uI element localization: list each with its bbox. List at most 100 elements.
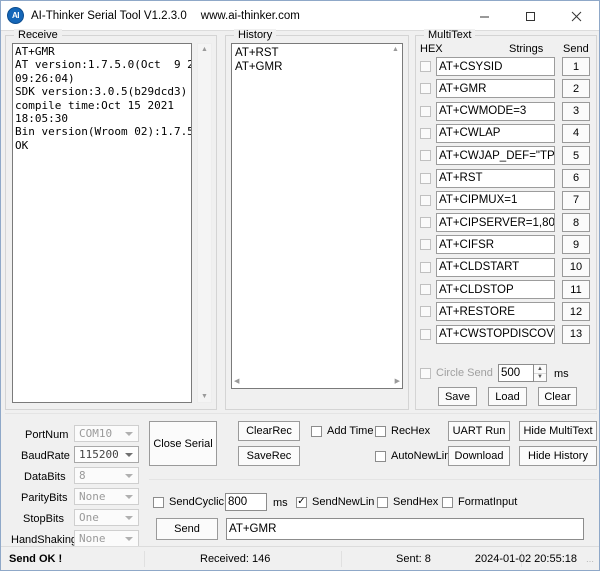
- multitext-command-input[interactable]: AT+CLDSTOP: [436, 280, 555, 299]
- multitext-hex-checkbox[interactable]: [420, 61, 436, 72]
- clear-rec-button[interactable]: ClearRec: [238, 421, 300, 441]
- scroll-up-icon[interactable]: ▲: [199, 44, 210, 55]
- multitext-send-button[interactable]: 1: [562, 57, 590, 76]
- add-time-checkbox[interactable]: Add Time: [311, 425, 373, 437]
- multitext-send-button[interactable]: 4: [562, 124, 590, 143]
- multitext-command-input[interactable]: AT+GMR: [436, 79, 555, 98]
- multitext-hex-checkbox[interactable]: [420, 106, 436, 117]
- send-newline-box[interactable]: ✓: [296, 497, 307, 508]
- send-cyclic-checkbox[interactable]: SendCyclic: [153, 496, 224, 508]
- multitext-hex-checkbox[interactable]: [420, 217, 436, 228]
- history-horizontal-scrollbar[interactable]: ◀ ▶: [232, 375, 402, 388]
- uart-run-button[interactable]: UART Run: [448, 421, 510, 441]
- multitext-hex-box[interactable]: [420, 262, 431, 273]
- multitext-command-input[interactable]: AT+CWMODE=3: [436, 102, 555, 121]
- circle-send-spinner[interactable]: ▲ ▼: [534, 364, 547, 382]
- resize-grip-icon[interactable]: ⋯: [586, 557, 596, 567]
- multitext-hex-checkbox[interactable]: [420, 306, 436, 317]
- rec-hex-box[interactable]: [375, 426, 386, 437]
- multitext-hex-checkbox[interactable]: [420, 150, 436, 161]
- portnum-combo[interactable]: COM10: [74, 425, 139, 442]
- paritybits-combo[interactable]: None: [74, 488, 139, 505]
- spinner-up-icon[interactable]: ▲: [534, 365, 546, 374]
- multitext-send-button[interactable]: 2: [562, 79, 590, 98]
- multitext-hex-checkbox[interactable]: [420, 173, 436, 184]
- format-input-box[interactable]: [442, 497, 453, 508]
- multitext-hex-box[interactable]: [420, 106, 431, 117]
- auto-newline-checkbox[interactable]: AutoNewLine: [375, 450, 456, 462]
- multitext-send-button[interactable]: 3: [562, 102, 590, 121]
- multitext-hex-checkbox[interactable]: [420, 128, 436, 139]
- chevron-down-icon[interactable]: [125, 432, 133, 436]
- minimize-button[interactable]: [461, 1, 507, 31]
- format-input-checkbox[interactable]: FormatInput: [442, 496, 517, 508]
- auto-newline-box[interactable]: [375, 451, 386, 462]
- multitext-hex-checkbox[interactable]: [420, 284, 436, 295]
- multitext-hex-box[interactable]: [420, 239, 431, 250]
- multitext-command-input[interactable]: AT+CWSTOPDISCOVER: [436, 325, 555, 344]
- circle-send-box[interactable]: [420, 368, 431, 379]
- multitext-send-button[interactable]: 5: [562, 146, 590, 165]
- multitext-send-button[interactable]: 11: [562, 280, 590, 299]
- multitext-send-button[interactable]: 10: [562, 258, 590, 277]
- multitext-send-button[interactable]: 7: [562, 191, 590, 210]
- close-button[interactable]: [553, 1, 599, 31]
- history-scroll-right-icon[interactable]: ▶: [393, 376, 402, 387]
- save-rec-button[interactable]: SaveRec: [238, 446, 300, 466]
- send-cyclic-box[interactable]: [153, 497, 164, 508]
- history-scroll-up-icon[interactable]: ▲: [390, 44, 401, 55]
- maximize-button[interactable]: [507, 1, 553, 31]
- multitext-command-input[interactable]: AT+CLDSTART: [436, 258, 555, 277]
- chevron-down-icon[interactable]: [125, 516, 133, 520]
- spinner-down-icon[interactable]: ▼: [534, 374, 546, 382]
- multitext-hex-box[interactable]: [420, 329, 431, 340]
- history-list[interactable]: AT+RST AT+GMR: [231, 43, 403, 389]
- multitext-hex-box[interactable]: [420, 195, 431, 206]
- multitext-hex-box[interactable]: [420, 150, 431, 161]
- history-scroll-left-icon[interactable]: ◀: [232, 376, 241, 387]
- databits-combo[interactable]: 8: [74, 467, 139, 484]
- send-hex-box[interactable]: [377, 497, 388, 508]
- chevron-down-icon[interactable]: [125, 495, 133, 499]
- multitext-hex-box[interactable]: [420, 128, 431, 139]
- multitext-send-button[interactable]: 9: [562, 235, 590, 254]
- multitext-hex-box[interactable]: [420, 173, 431, 184]
- history-vertical-scrollbar[interactable]: ▲ ▼: [389, 44, 402, 388]
- multitext-command-input[interactable]: AT+RST: [436, 169, 555, 188]
- hide-history-button[interactable]: Hide History: [519, 446, 597, 466]
- add-time-box[interactable]: [311, 426, 322, 437]
- multitext-hex-box[interactable]: [420, 284, 431, 295]
- multitext-send-button[interactable]: 12: [562, 302, 590, 321]
- download-button[interactable]: Download: [448, 446, 510, 466]
- handshaking-combo[interactable]: None: [74, 530, 139, 547]
- rec-hex-checkbox[interactable]: RecHex: [375, 425, 430, 437]
- send-text-input[interactable]: AT+GMR: [226, 518, 584, 540]
- circle-send-interval-input[interactable]: 500: [498, 364, 534, 382]
- scroll-down-icon[interactable]: ▼: [199, 391, 210, 402]
- send-button[interactable]: Send: [156, 518, 218, 540]
- send-hex-checkbox[interactable]: SendHex: [377, 496, 438, 508]
- receive-textarea[interactable]: AT+GMR AT version:1.7.5.0(Oct 9 2021 09:…: [12, 43, 192, 403]
- multitext-hex-box[interactable]: [420, 306, 431, 317]
- multitext-hex-checkbox[interactable]: [420, 195, 436, 206]
- chevron-down-icon[interactable]: [125, 537, 133, 541]
- circle-send-checkbox[interactable]: Circle Send: [420, 367, 493, 379]
- save-multitext-button[interactable]: Save: [438, 387, 477, 406]
- multitext-hex-box[interactable]: [420, 61, 431, 72]
- load-multitext-button[interactable]: Load: [488, 387, 527, 406]
- multitext-command-input[interactable]: AT+CIFSR: [436, 235, 555, 254]
- multitext-command-input[interactable]: AT+CSYSID: [436, 57, 555, 76]
- multitext-hex-checkbox[interactable]: [420, 262, 436, 273]
- multitext-command-input[interactable]: AT+RESTORE: [436, 302, 555, 321]
- multitext-command-input[interactable]: AT+CIPMUX=1: [436, 191, 555, 210]
- chevron-down-icon[interactable]: [125, 453, 133, 457]
- stopbits-combo[interactable]: One: [74, 509, 139, 526]
- receive-scrollbar[interactable]: ▲ ▼: [197, 43, 212, 403]
- multitext-hex-checkbox[interactable]: [420, 329, 436, 340]
- close-serial-button[interactable]: Close Serial: [149, 421, 217, 466]
- multitext-hex-box[interactable]: [420, 83, 431, 94]
- multitext-send-button[interactable]: 8: [562, 213, 590, 232]
- chevron-down-icon[interactable]: [125, 474, 133, 478]
- multitext-hex-checkbox[interactable]: [420, 83, 436, 94]
- send-interval-input[interactable]: 800: [225, 493, 267, 511]
